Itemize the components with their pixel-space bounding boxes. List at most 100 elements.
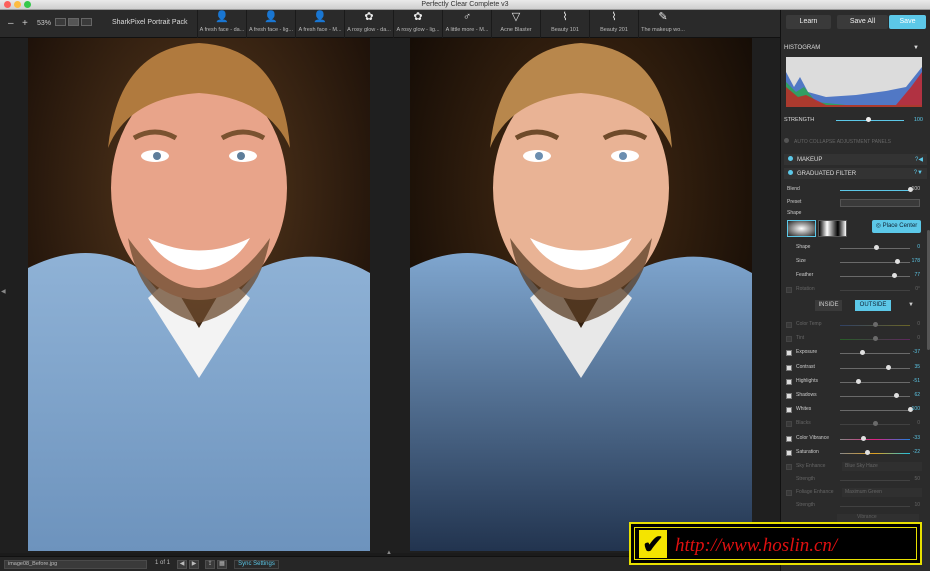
adjustment-toggle[interactable] — [786, 393, 792, 399]
sync-settings-button[interactable]: Sync Settings — [234, 560, 279, 569]
radial-shape-button[interactable] — [787, 220, 816, 237]
inside-button[interactable]: INSIDE — [815, 300, 842, 311]
adjustment-value: -37 — [912, 349, 920, 356]
zoom-out-button[interactable]: – — [8, 18, 14, 29]
feather-label: Feather — [796, 272, 814, 278]
feather-knob[interactable] — [892, 273, 897, 278]
preset-item[interactable]: 👤 A fresh face - lig... — [246, 10, 295, 38]
adjustment-toggle[interactable] — [786, 322, 792, 328]
blend-row: Blend 100 — [784, 185, 920, 195]
adjustment-row: Contrast 35 — [784, 363, 920, 373]
toggle-icon[interactable] — [784, 138, 789, 143]
adjustment-toggle[interactable] — [786, 378, 792, 385]
adjustment-knob[interactable] — [894, 393, 899, 398]
foliage-dropdown[interactable]: Maximum Green — [842, 488, 922, 497]
adjustment-knob[interactable] — [873, 322, 878, 327]
preset-pack-name: SharkPixel Portrait Pack — [112, 19, 188, 26]
shape-knob[interactable] — [874, 245, 879, 250]
adjustment-toggle[interactable] — [786, 336, 792, 343]
adjustment-knob[interactable] — [865, 449, 871, 455]
rotation-toggle[interactable] — [786, 287, 792, 293]
adjustment-toggle[interactable] — [786, 364, 792, 371]
learn-button[interactable]: Learn — [786, 15, 831, 29]
adjustment-knob[interactable] — [873, 336, 878, 342]
export-icon[interactable]: ⇪ — [205, 560, 215, 569]
auto-collapse-row[interactable]: AUTO COLLAPSE ADJUSTMENT PANELS — [784, 138, 927, 145]
auto-collapse-label: AUTO COLLAPSE ADJUSTMENT PANELS — [794, 139, 891, 145]
save-button[interactable]: Save — [889, 15, 926, 29]
help-icon[interactable]: ?▼ — [914, 170, 923, 176]
chevron-down-icon[interactable]: ▼ — [908, 302, 914, 308]
grid-icon[interactable]: ▦ — [217, 560, 227, 569]
feather-slider[interactable] — [840, 276, 910, 277]
toggle-on-icon[interactable] — [788, 170, 793, 175]
adjustment-row: Blacks 0 — [784, 419, 920, 429]
preset-item[interactable]: ✿ A rosy glow - da... — [344, 10, 393, 38]
adjustment-slider[interactable] — [840, 452, 910, 454]
place-center-button[interactable]: ◎ Place Center — [872, 220, 921, 233]
adjustment-row: Saturation -22 — [784, 448, 920, 458]
foliage-row: Foliage Enhance Maximum Green — [784, 488, 922, 498]
vibrance-dropdown[interactable]: Vibrance — [837, 514, 919, 522]
sky-toggle[interactable] — [786, 464, 792, 470]
collapse-left-icon[interactable]: ◀ — [1, 288, 6, 295]
adjustment-toggle[interactable] — [786, 421, 792, 428]
save-all-button[interactable]: Save All — [837, 15, 888, 29]
chevron-down-icon[interactable]: ▼ — [913, 45, 919, 51]
preset-item[interactable]: ✎ The makeup wo... — [638, 10, 687, 38]
split-view-icon[interactable] — [68, 18, 79, 26]
adjustment-slider[interactable] — [840, 396, 910, 397]
preset-item[interactable]: ✿ A rosy glow - lig... — [393, 10, 442, 38]
foliage-toggle[interactable] — [786, 490, 792, 496]
compare-view-icon[interactable] — [81, 18, 92, 26]
adjustment-knob[interactable] — [860, 350, 866, 356]
sky-dropdown[interactable]: Blue Sky Haze — [842, 462, 922, 471]
adjustment-slider[interactable] — [840, 438, 910, 440]
zoom-in-button[interactable]: + — [22, 18, 28, 29]
adjustment-slider[interactable] — [840, 410, 910, 412]
size-value: 178 — [911, 258, 920, 264]
adjustment-toggle[interactable] — [786, 407, 792, 414]
adjustment-knob[interactable] — [885, 364, 891, 370]
single-view-icon[interactable] — [55, 18, 66, 26]
adjustment-toggle[interactable] — [786, 350, 792, 357]
preset-item[interactable]: 👤 A fresh face - da... — [197, 10, 246, 38]
strength-value: 100 — [913, 117, 923, 123]
adjustment-knob[interactable] — [861, 435, 867, 441]
adjustment-slider[interactable] — [840, 367, 910, 369]
linear-shape-button[interactable] — [818, 220, 847, 237]
preset-dropdown[interactable] — [840, 199, 920, 207]
adjustment-toggle[interactable] — [786, 435, 792, 442]
adjustment-toggle[interactable] — [786, 449, 792, 456]
size-knob[interactable] — [895, 259, 900, 264]
graduated-filter-header[interactable]: GRADUATED FILTER ?▼ — [784, 168, 927, 179]
prev-image-button[interactable]: ◀ — [177, 560, 187, 569]
size-row: Size 178 — [784, 257, 920, 267]
person-icon: 👤 — [264, 11, 278, 23]
preset-item[interactable]: ⌇ Beauty 101 — [540, 10, 589, 38]
foliage-strength-slider[interactable] — [840, 506, 910, 507]
preset-item[interactable]: ♂ A little more - M... — [442, 10, 491, 38]
person-icon: 👤 — [215, 11, 229, 23]
help-icon[interactable]: ?◀ — [915, 156, 923, 163]
watermark-frame: ✔ http://www.hoslin.cn/ — [634, 527, 917, 560]
blend-slider[interactable] — [840, 190, 910, 191]
window-title: Perfectly Clear Complete v3 — [421, 1, 509, 8]
preset-item[interactable]: 👤 A fresh face - M... — [295, 10, 344, 38]
adjustment-slider[interactable] — [840, 353, 910, 355]
histogram-header[interactable]: HISTOGRAM ▼ — [784, 45, 927, 51]
preset-item[interactable]: ⌇ Beauty 201 — [589, 10, 638, 38]
sky-strength-slider[interactable] — [840, 480, 910, 481]
adjustment-slider[interactable] — [840, 381, 910, 383]
makeup-header[interactable]: MAKEUP ?◀ — [784, 154, 927, 165]
outside-button[interactable]: OUTSIDE — [855, 300, 891, 311]
toggle-on-icon[interactable] — [788, 156, 793, 161]
adjustment-label: Tint — [796, 335, 805, 342]
preset-item[interactable]: ▽ Acne Blaster — [491, 10, 540, 38]
adjustment-knob[interactable] — [873, 421, 878, 427]
rotation-slider[interactable] — [840, 290, 910, 291]
filename-field[interactable]: image08_Before.jpg — [4, 560, 147, 569]
strength-knob[interactable] — [866, 117, 871, 122]
adjustment-knob[interactable] — [855, 378, 861, 384]
next-image-button[interactable]: ▶ — [189, 560, 199, 569]
